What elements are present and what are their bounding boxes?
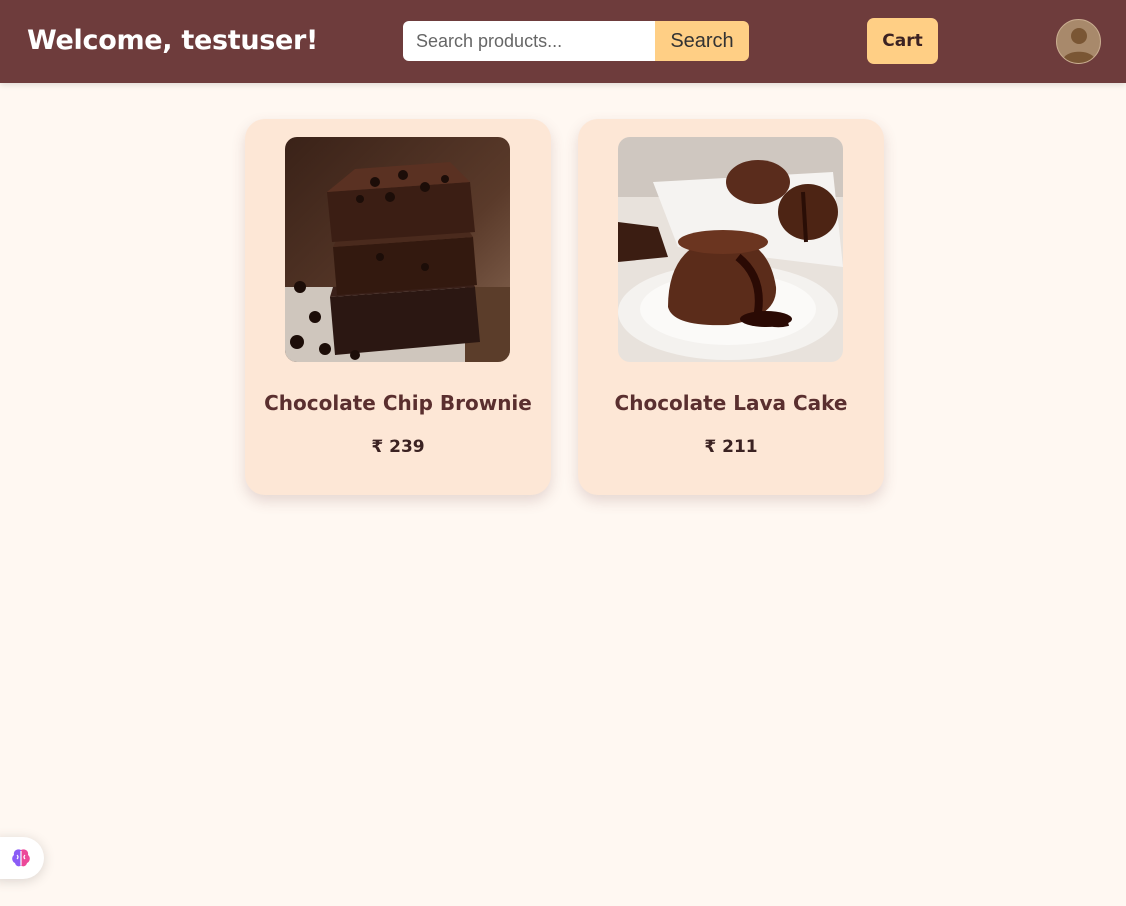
product-price: ₹ 239 <box>371 437 425 457</box>
brain-icon <box>12 849 30 867</box>
product-name[interactable]: Chocolate Chip Brownie <box>245 391 551 415</box>
product-image[interactable] <box>285 137 510 362</box>
welcome-title: Welcome, testuser! <box>27 25 319 56</box>
search-input[interactable] <box>403 21 655 61</box>
user-avatar[interactable] <box>1056 19 1101 64</box>
brownie-stack-image <box>285 137 510 362</box>
assistant-widget-button[interactable] <box>0 837 44 879</box>
product-card[interactable]: Chocolate Lava Cake ₹ 211 <box>578 119 884 495</box>
product-card[interactable]: Chocolate Chip Brownie ₹ 239 <box>245 119 551 495</box>
product-image[interactable] <box>618 137 843 362</box>
product-name[interactable]: Chocolate Lava Cake <box>578 391 884 415</box>
cart-button[interactable]: Cart <box>867 18 938 64</box>
top-header: Welcome, testuser! Search Cart <box>0 0 1126 83</box>
search-bar: Search <box>403 21 749 61</box>
product-price: ₹ 211 <box>704 437 758 457</box>
search-button[interactable]: Search <box>655 21 749 61</box>
lava-cake-image <box>618 137 843 362</box>
user-avatar-icon <box>1063 28 1095 63</box>
